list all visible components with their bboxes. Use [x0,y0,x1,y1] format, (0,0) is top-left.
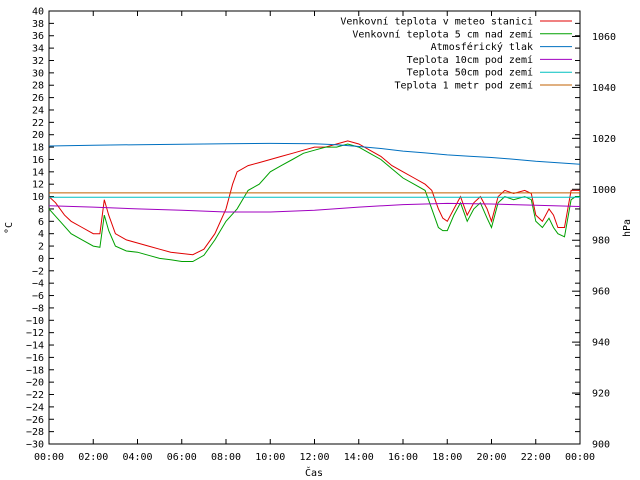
series-line-4 [48,202,581,213]
y2-axis-label: hPa [622,219,633,237]
y-tick-label: 10 [32,192,44,203]
y-tick-label: 30 [32,68,44,79]
y-tick-label: 32 [32,56,44,67]
x-tick-label: 18:00 [432,452,462,463]
y-tick-label: 40 [32,7,44,18]
x-tick-label: 04:00 [122,452,152,463]
y2-tick-label: 960 [592,287,610,298]
y-tick-label: 4 [38,229,44,240]
y-tick-label: −28 [26,427,44,438]
y2-tick-label: 1040 [592,83,616,94]
legend-label: Atmosférický tlak [431,41,533,53]
y-tick-label: −24 [26,402,44,413]
x-tick-label: 06:00 [167,452,197,463]
y-axis-label: °C [4,222,15,234]
y-tick-label: 0 [38,254,44,265]
y-tick-label: −6 [32,291,44,302]
y-tick-label: 28 [32,81,44,92]
y-tick-label: 18 [32,143,44,154]
y-tick-label: −26 [26,415,44,426]
y2-tick-label: 1000 [592,185,616,196]
y-tick-label: −30 [26,440,44,451]
y2-tick-label: 940 [592,338,610,349]
y-tick-label: 2 [38,242,44,253]
chart: −30−28−26−24−22−20−18−16−14−12−10−8−6−4−… [4,7,633,480]
x-axis: 00:00 02:00 04:00 06:00 08:00 10:00 12:00 14:00… [34,11,595,463]
y2-axis: 900 920 940 960 980 1000 1020 1040 1060 [572,32,616,451]
y-tick-label: 8 [38,204,44,215]
y-tick-label: −12 [26,328,44,339]
legend: Venkovní teplota v meteo staniciVenkovní… [340,16,572,92]
y2-tick-label: 900 [592,440,610,451]
y-tick-label: 14 [32,167,44,178]
x-tick-label: 00:00 [565,452,595,463]
x-tick-label: 08:00 [211,452,241,463]
y-tick-label: 26 [32,93,44,104]
legend-label: Teplota 10cm pod zemí [407,54,533,66]
legend-label: Venkovní teplota v meteo stanici [340,16,533,28]
y-tick-label: −8 [32,303,44,314]
y-tick-label: −4 [32,279,44,290]
x-axis-label: Čas [305,466,323,479]
y2-tick-label: 980 [592,236,610,247]
y-tick-label: 16 [32,155,44,166]
x-tick-label: 00:00 [34,452,64,463]
legend-label: Teplota 50cm pod zemí [407,67,533,79]
y-tick-label: 22 [32,118,44,129]
y-tick-label: −2 [32,266,44,277]
x-tick-label: 14:00 [344,452,374,463]
legend-label: Venkovní teplota 5 cm nad zemí [352,28,533,40]
y-tick-label: 38 [32,19,44,30]
series-lines [48,140,581,262]
y-tick-label: 6 [38,217,44,228]
y2-tick-label: 1060 [592,32,616,43]
x-tick-label: 16:00 [388,452,418,463]
y-tick-label: −22 [26,390,44,401]
legend-label: Teplota 1 metr pod zemí [395,80,533,92]
x-tick-label: 20:00 [476,452,506,463]
y-tick-label: −10 [26,316,44,327]
y-tick-label: −16 [26,353,44,364]
y-tick-label: 12 [32,180,44,191]
series-line-2 [48,143,580,262]
series-line-3 [48,142,581,165]
y-tick-label: 36 [32,31,44,42]
y2-tick-label: 1020 [592,134,616,145]
y-tick-label: 34 [32,44,44,55]
x-tick-label: 02:00 [78,452,108,463]
x-tick-label: 10:00 [255,452,285,463]
y-tick-label: 24 [32,105,44,116]
y2-tick-label: 920 [592,389,610,400]
y-tick-label: 20 [32,130,44,141]
y-tick-label: −18 [26,365,44,376]
x-tick-label: 12:00 [299,452,329,463]
y-tick-label: −14 [26,341,44,352]
y-tick-label: −20 [26,378,44,389]
x-tick-label: 22:00 [521,452,551,463]
